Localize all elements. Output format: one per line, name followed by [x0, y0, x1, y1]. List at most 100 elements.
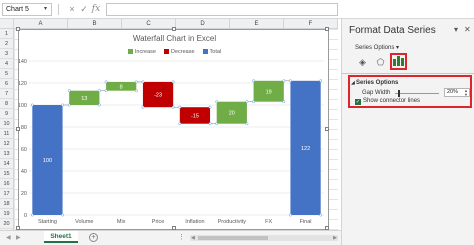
- add-sheet-button[interactable]: +: [89, 233, 98, 242]
- selection-handle[interactable]: [97, 103, 101, 107]
- chevron-down-icon: ▾: [396, 45, 400, 51]
- gap-width-input[interactable]: 20% ▲ ▼: [444, 88, 470, 97]
- row-header-18[interactable]: 18: [0, 199, 13, 209]
- series-options-icon[interactable]: [390, 53, 407, 70]
- horizontal-scrollbar-thumb[interactable]: [198, 236, 268, 240]
- selection-handle[interactable]: [171, 105, 175, 109]
- row-header-1[interactable]: 1: [0, 29, 13, 39]
- row-header-10[interactable]: 10: [0, 119, 13, 129]
- scroll-right-icon[interactable]: ▶: [333, 235, 337, 241]
- selection-handle[interactable]: [319, 213, 323, 217]
- scroll-sheets-right-icon[interactable]: ▶: [16, 234, 21, 241]
- selection-handle[interactable]: [61, 103, 65, 107]
- column-header-d[interactable]: D: [176, 19, 230, 29]
- pane-options-chevron-icon[interactable]: ▾: [454, 25, 458, 34]
- row-header-16[interactable]: 16: [0, 179, 13, 189]
- column-header-b[interactable]: B: [68, 19, 122, 29]
- row-header-19[interactable]: 19: [0, 209, 13, 219]
- selection-handle[interactable]: [208, 122, 212, 126]
- chart-resize-handle[interactable]: [172, 27, 176, 31]
- selection-handle[interactable]: [215, 100, 219, 104]
- selection-handle[interactable]: [134, 89, 138, 93]
- scroll-sheets-left-icon[interactable]: ◀: [6, 234, 11, 241]
- selection-handle[interactable]: [282, 79, 286, 83]
- selection-handle[interactable]: [30, 103, 34, 107]
- selection-handle[interactable]: [67, 103, 71, 107]
- row-header-12[interactable]: 12: [0, 139, 13, 149]
- row-header-20[interactable]: 20: [0, 219, 13, 229]
- series-options-dropdown[interactable]: Series Options ▾: [355, 44, 399, 51]
- selection-handle[interactable]: [104, 89, 108, 93]
- selection-handle[interactable]: [61, 213, 65, 217]
- fill-line-icon[interactable]: ◈: [356, 55, 369, 69]
- spinner-icon[interactable]: ▲ ▼: [464, 89, 468, 97]
- selection-handle[interactable]: [30, 213, 34, 217]
- selection-handle[interactable]: [215, 122, 219, 126]
- effects-icon[interactable]: ⬠: [374, 55, 387, 69]
- selection-handle[interactable]: [252, 100, 256, 104]
- row-header-3[interactable]: 3: [0, 49, 13, 59]
- gap-width-slider-thumb[interactable]: [398, 90, 400, 97]
- row-header-5[interactable]: 5: [0, 69, 13, 79]
- row-header-15[interactable]: 15: [0, 169, 13, 179]
- chart-area[interactable]: Waterfall Chart in Excel Increase Decreas…: [16, 27, 330, 231]
- close-icon[interactable]: ✕: [464, 25, 471, 34]
- data-label: 19: [266, 89, 272, 95]
- selection-handle[interactable]: [178, 122, 182, 126]
- row-header-14[interactable]: 14: [0, 159, 13, 169]
- selection-handle[interactable]: [245, 100, 249, 104]
- show-connector-lines-checkbox[interactable]: ✓: [355, 99, 361, 105]
- column-header-e[interactable]: E: [230, 19, 284, 29]
- row-header-7[interactable]: 7: [0, 89, 13, 99]
- data-label: -23: [154, 93, 162, 99]
- selection-handle[interactable]: [97, 89, 101, 93]
- selection-handle[interactable]: [245, 122, 249, 126]
- column-header-a[interactable]: A: [14, 19, 68, 29]
- collapse-caret-icon[interactable]: ◢: [351, 80, 355, 86]
- selection-handle[interactable]: [288, 213, 292, 217]
- insert-function-icon[interactable]: fx: [90, 2, 102, 16]
- chart-resize-handle[interactable]: [325, 127, 329, 131]
- show-connector-lines-label[interactable]: Show connector lines: [363, 98, 420, 104]
- data-label: 122: [301, 146, 310, 152]
- name-box-dropdown-icon[interactable]: ▾: [44, 3, 47, 16]
- row-header-17[interactable]: 17: [0, 189, 13, 199]
- selection-handle[interactable]: [208, 105, 212, 109]
- selection-handle[interactable]: [141, 80, 145, 84]
- selection-handle[interactable]: [252, 79, 256, 83]
- row-header-6[interactable]: 6: [0, 79, 13, 89]
- selection-handle[interactable]: [171, 80, 175, 84]
- selection-handle[interactable]: [67, 89, 71, 93]
- enter-icon[interactable]: ✓: [78, 2, 90, 16]
- column-header-f[interactable]: F: [284, 19, 338, 29]
- chart-resize-handle[interactable]: [16, 127, 20, 131]
- chart-resize-handle[interactable]: [16, 27, 20, 31]
- chart-plot[interactable]: 0 20 40 60 80 100 120 140 100 Starting 13 Volume 8 Mi…: [19, 30, 330, 231]
- formula-input[interactable]: [106, 3, 338, 16]
- selection-handle[interactable]: [282, 100, 286, 104]
- select-all-corner[interactable]: [0, 19, 14, 29]
- selection-handle[interactable]: [134, 80, 138, 84]
- section-header[interactable]: Series Options: [356, 80, 398, 86]
- selection-handle[interactable]: [288, 79, 292, 83]
- horizontal-scrollbar[interactable]: ◀ ▶: [190, 235, 338, 241]
- selection-handle[interactable]: [319, 79, 323, 83]
- row-header-13[interactable]: 13: [0, 149, 13, 159]
- row-header-4[interactable]: 4: [0, 59, 13, 69]
- row-header-2[interactable]: 2: [0, 39, 13, 49]
- gap-width-slider[interactable]: [395, 93, 439, 94]
- selection-handle[interactable]: [104, 80, 108, 84]
- row-header-11[interactable]: 11: [0, 129, 13, 139]
- category-label: Mix: [117, 219, 126, 225]
- column-header-c[interactable]: C: [122, 19, 176, 29]
- selection-handle[interactable]: [141, 105, 145, 109]
- scroll-left-icon[interactable]: ◀: [191, 235, 195, 241]
- row-header-9[interactable]: 9: [0, 109, 13, 119]
- row-header-8[interactable]: 8: [0, 99, 13, 109]
- chart-resize-handle[interactable]: [325, 27, 329, 31]
- selection-handle[interactable]: [178, 105, 182, 109]
- sheet-tab-sheet1[interactable]: Sheet1: [44, 231, 78, 243]
- formula-bar: Chart 5 ▾ × ✓ fx: [0, 0, 474, 19]
- more-options-icon[interactable]: ⋮: [178, 233, 185, 241]
- cancel-icon[interactable]: ×: [66, 2, 78, 16]
